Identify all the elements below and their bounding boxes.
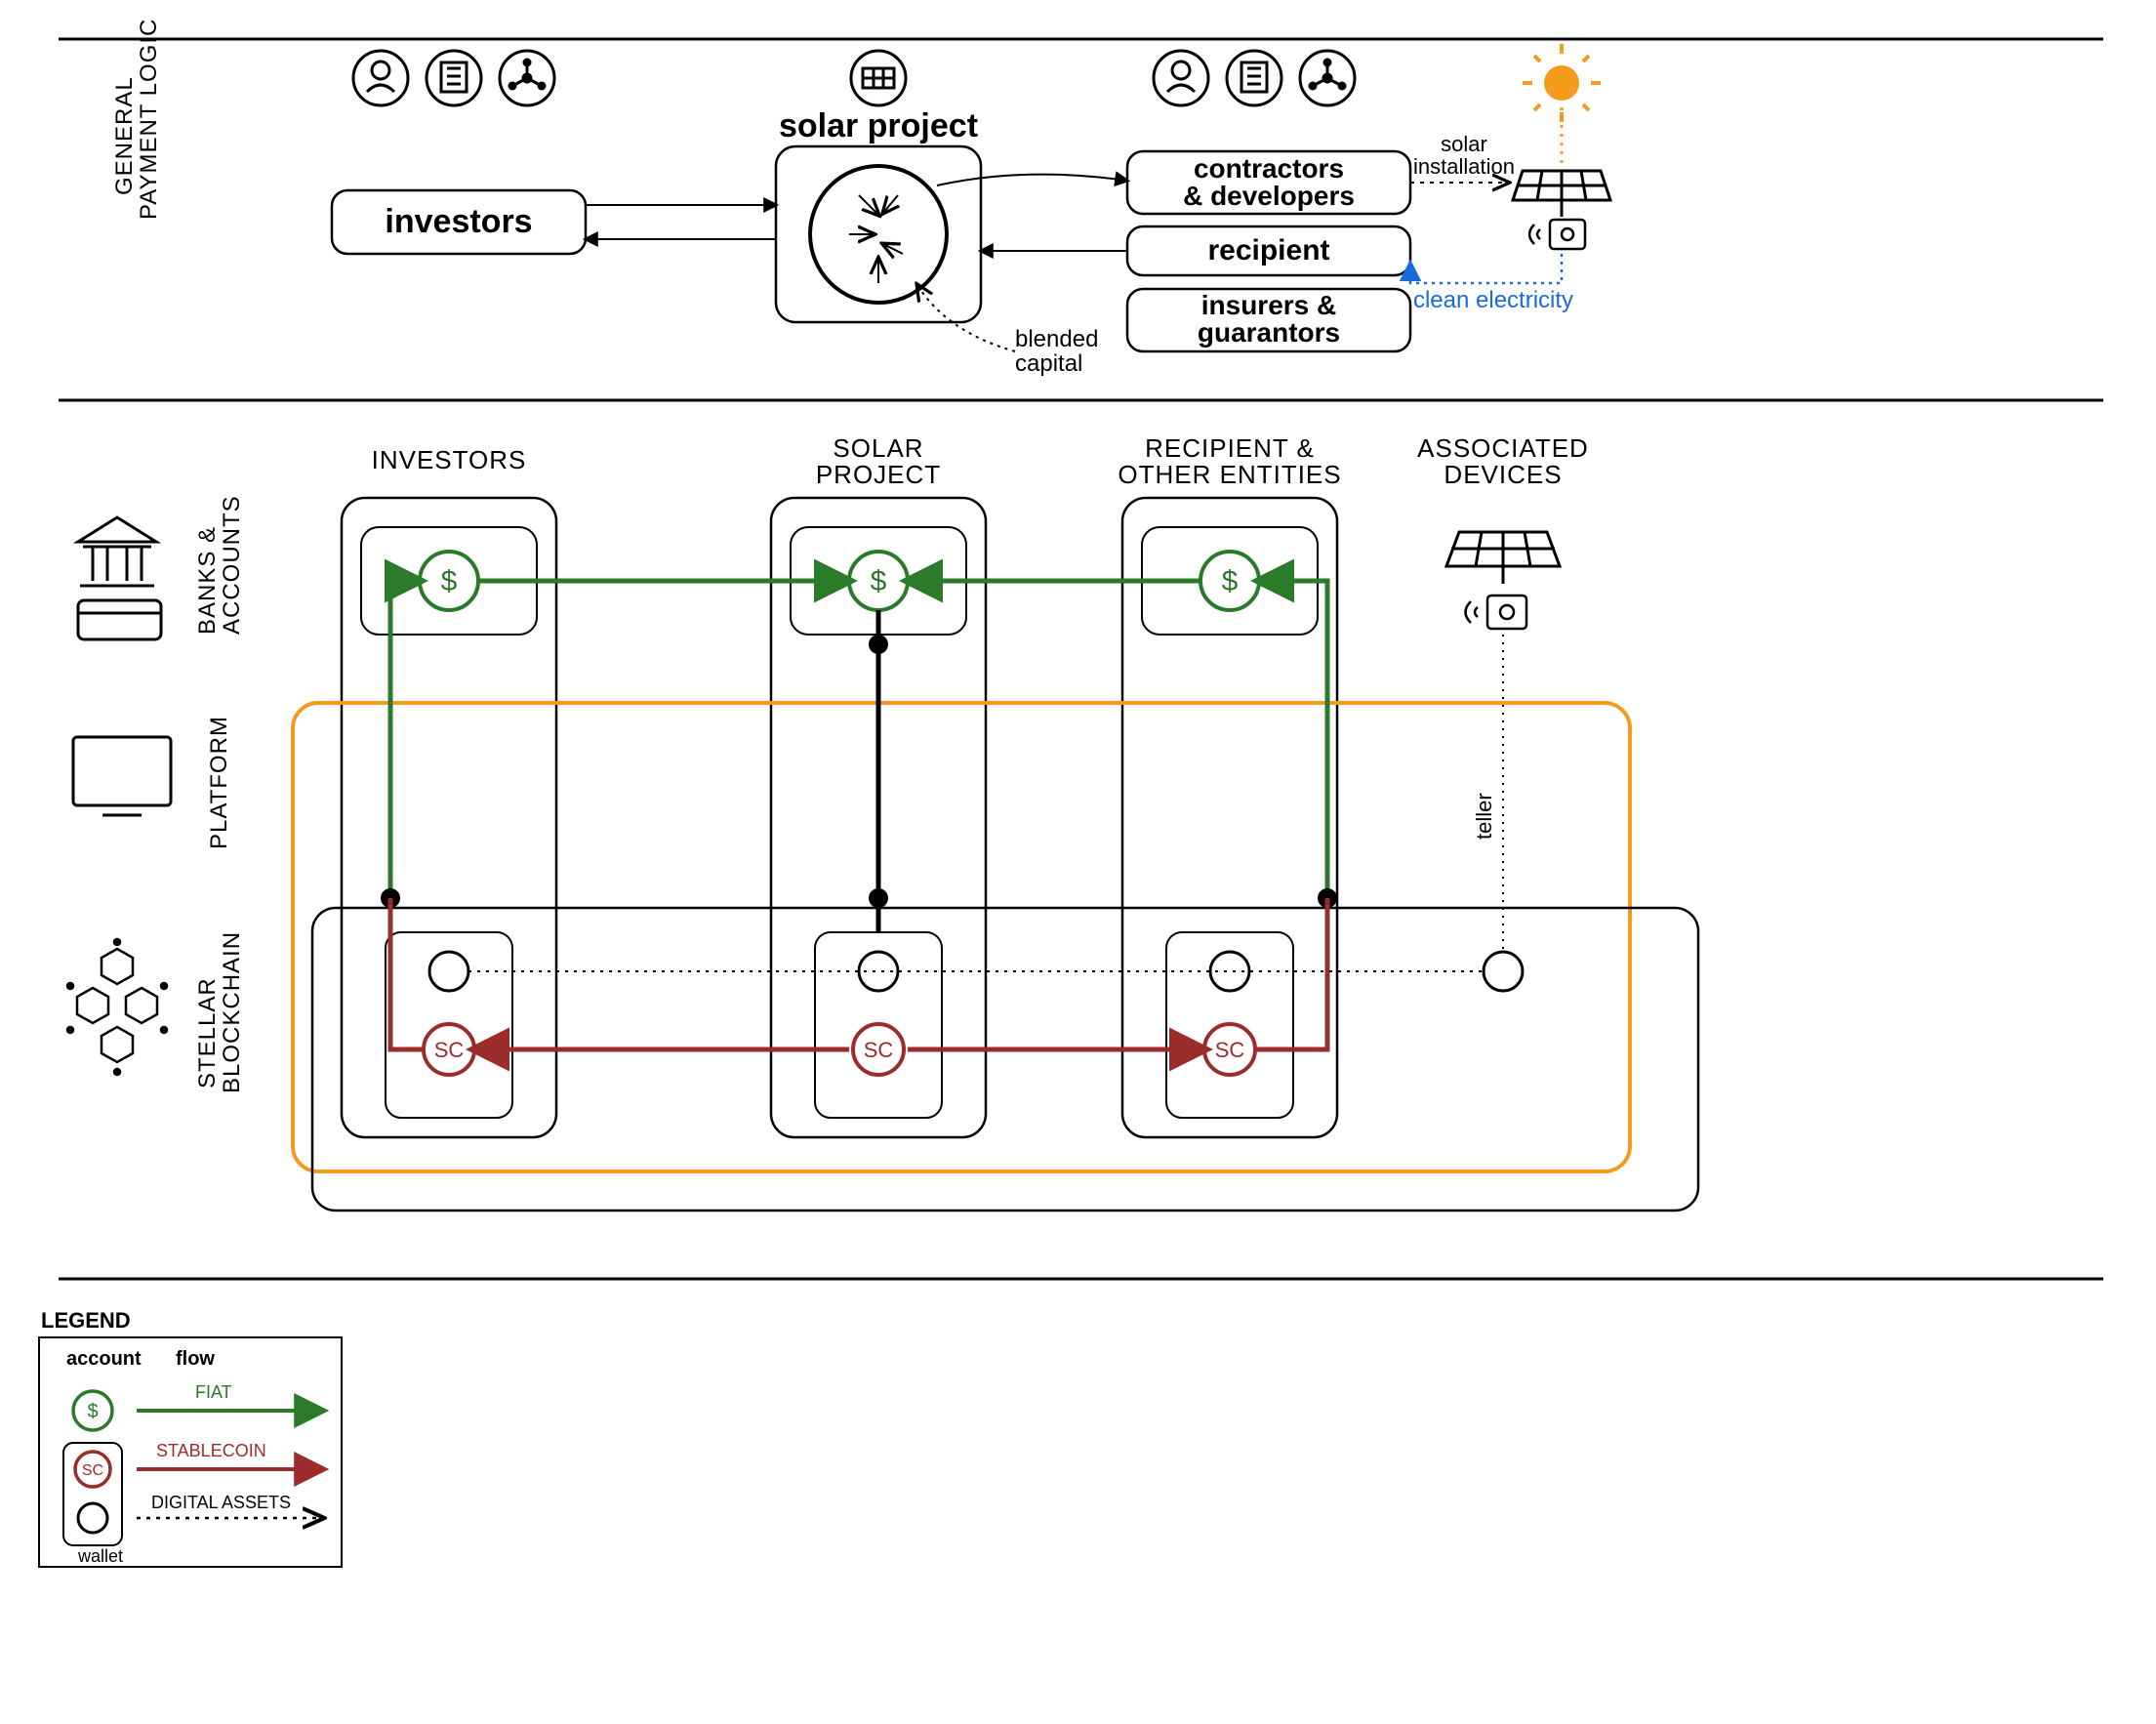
- meter-icon: [1529, 220, 1585, 249]
- legend-stablecoin: STABLECOIN: [156, 1441, 266, 1460]
- row-stellar-line2: BLOCKCHAIN: [219, 931, 245, 1093]
- junction-dot: [869, 888, 888, 908]
- solar-install-line2: installation: [1413, 154, 1515, 179]
- legend-sc: SC: [82, 1462, 103, 1479]
- flow-blended-capital: [917, 285, 1015, 351]
- solar-panel-device-icon: [1513, 171, 1610, 217]
- digital-asset-icon: [78, 1503, 107, 1533]
- col-solar-line1: SOLAR: [833, 433, 923, 463]
- blended-line1: blended: [1015, 326, 1098, 352]
- sc-label: SC: [1215, 1038, 1245, 1062]
- junction-dot: [869, 635, 888, 654]
- flow-project-to-contractors: [937, 175, 1127, 185]
- flow-clean-electricity: [1410, 254, 1562, 283]
- building-icon: [427, 51, 481, 105]
- contractors-line2: & developers: [1183, 181, 1355, 211]
- row-platform: PLATFORM: [206, 716, 232, 849]
- legend-fiat: FIAT: [195, 1382, 232, 1402]
- col-assoc-line2: DEVICES: [1444, 460, 1562, 489]
- contractors-line1: contractors: [1194, 153, 1344, 184]
- network-icon: [500, 51, 554, 105]
- sc-label: SC: [434, 1038, 465, 1062]
- legend-wallet: wallet: [77, 1546, 123, 1566]
- dollar-label: $: [871, 565, 887, 597]
- legend-dollar: $: [87, 1401, 98, 1422]
- col-recipient-line1: RECIPIENT &: [1145, 433, 1315, 463]
- network-icon: [1300, 51, 1355, 105]
- person-icon: [1154, 51, 1208, 105]
- teller-label: teller: [1472, 793, 1496, 840]
- svg-text:GENERAL: GENERAL: [111, 76, 138, 195]
- meter-icon: [1466, 595, 1527, 629]
- flow-stablecoin-right-drop: [1255, 898, 1327, 1049]
- legend-flow: flow: [176, 1348, 215, 1370]
- dollar-label: $: [1222, 565, 1239, 597]
- solar-panel-icon: [851, 51, 906, 105]
- solar-install-line1: solar: [1441, 132, 1487, 156]
- legend-account: account: [66, 1348, 142, 1370]
- internal-arrow: [883, 244, 903, 254]
- solar-project-label: solar project: [779, 107, 978, 144]
- digital-asset-icon: [1484, 952, 1523, 991]
- insurers-line2: guarantors: [1198, 317, 1340, 348]
- internal-arrow: [859, 195, 878, 215]
- bank-icon: [78, 517, 161, 639]
- col-solar-line2: PROJECT: [816, 460, 941, 489]
- side-label-line1: GENERAL: [111, 76, 138, 195]
- legend-title: LEGEND: [41, 1308, 131, 1333]
- investors-label: investors: [385, 203, 532, 240]
- clean-electricity-label: clean electricity: [1413, 287, 1573, 313]
- row-banks-line2: ACCOUNTS: [219, 495, 245, 635]
- sc-label: SC: [864, 1038, 894, 1062]
- blended-line2: capital: [1015, 350, 1082, 377]
- flow-stablecoin-left-drop: [390, 898, 424, 1049]
- row-stellar-line1: STELLAR: [194, 977, 221, 1088]
- recipient-label: recipient: [1207, 234, 1329, 267]
- col-investors: INVESTORS: [372, 445, 527, 474]
- building-icon: [1227, 51, 1281, 105]
- section1-side-label: GENERAL PAYMENT LOGIC: [111, 19, 162, 220]
- platform-outline: [293, 703, 1630, 1171]
- dollar-label: $: [441, 565, 458, 597]
- solar-panel-device-icon: [1446, 532, 1560, 584]
- side-label-line2: PAYMENT LOGIC: [136, 19, 162, 220]
- digital-asset-icon: [429, 952, 468, 991]
- flow-fiat-up-investors: [390, 581, 420, 1049]
- internal-arrow: [883, 195, 898, 213]
- blockchain-row-box: [312, 908, 1698, 1211]
- monitor-icon: [73, 737, 171, 815]
- blockchain-icon: [67, 939, 167, 1075]
- solar-project-box: [776, 146, 981, 322]
- col-recipient-line2: OTHER ENTITIES: [1118, 460, 1341, 489]
- legend-digital-assets: DIGITAL ASSETS: [151, 1493, 291, 1512]
- col-assoc-line1: ASSOCIATED: [1417, 433, 1589, 463]
- row-banks-line1: BANKS &: [194, 526, 221, 635]
- svg-text:PAYMENT LOGIC: PAYMENT LOGIC: [136, 19, 162, 220]
- insurers-line1: insurers &: [1201, 290, 1337, 320]
- legend-wallet-box: [63, 1443, 122, 1545]
- person-icon: [353, 51, 408, 105]
